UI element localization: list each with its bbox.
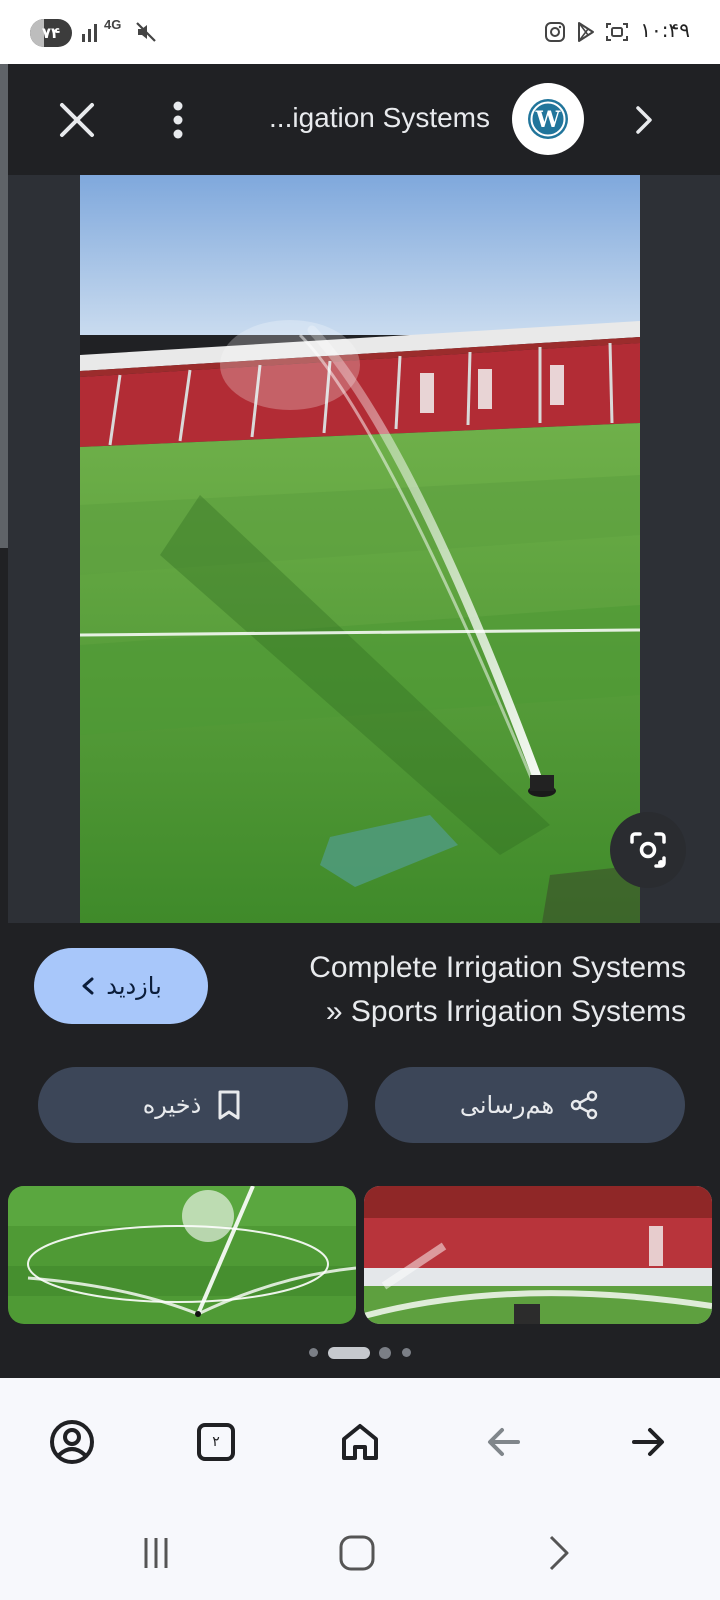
home-button[interactable]: [332, 1414, 388, 1470]
chevron-left-icon: [82, 977, 94, 995]
forward-button[interactable]: [620, 1414, 676, 1470]
back-button[interactable]: [476, 1414, 532, 1470]
system-back-icon: [549, 1535, 569, 1571]
lens-button[interactable]: [610, 812, 686, 888]
next-image-icon[interactable]: [622, 98, 666, 142]
result-title-line1: Complete Irrigation Systems: [309, 951, 686, 984]
status-bar: ۷۴ 4G ۱۰:۴۹: [0, 0, 720, 64]
carousel-indicator: [0, 1344, 720, 1360]
system-home-icon: [339, 1535, 375, 1571]
home-icon: [342, 1424, 378, 1460]
related-image-1[interactable]: [8, 1186, 356, 1324]
wordpress-icon: W: [528, 99, 568, 139]
bookmark-icon: [218, 1090, 240, 1120]
profile-button[interactable]: [44, 1414, 100, 1470]
main-image[interactable]: [80, 175, 640, 923]
related-image-2[interactable]: [364, 1186, 712, 1324]
carousel-dot: [379, 1347, 391, 1359]
more-options-icon[interactable]: [158, 95, 198, 145]
share-icon: [570, 1090, 598, 1120]
share-label: هم‌رسانی: [459, 1091, 555, 1119]
screen-recorder-icon: [606, 23, 628, 41]
signal-icon: [82, 24, 97, 42]
visit-label: بازدید: [106, 972, 162, 1000]
wordpress-logo[interactable]: W: [512, 83, 584, 155]
result-title[interactable]: Complete Irrigation Systems » Sports Irr…: [230, 946, 686, 1034]
carousel-dot: [402, 1348, 411, 1357]
carousel-dot-active: [328, 1347, 370, 1359]
result-title-line2: » Sports Irrigation Systems: [325, 995, 686, 1028]
save-label: ذخیره: [142, 1091, 202, 1119]
previous-image-preview[interactable]: [8, 175, 80, 923]
system-back-button[interactable]: [533, 1528, 583, 1578]
network-type: 4G: [104, 17, 122, 32]
thumbnail-stadium-sprinkler: [364, 1186, 712, 1324]
recent-apps-icon: [144, 1538, 168, 1568]
tab-count: ۲: [197, 1423, 235, 1461]
save-button[interactable]: ذخیره: [38, 1067, 348, 1143]
page-title[interactable]: ...igation Systems: [240, 98, 490, 138]
next-image-preview[interactable]: [640, 175, 720, 923]
svg-text:W: W: [535, 107, 561, 133]
instagram-icon: [545, 22, 565, 42]
thumbnail-field-sprinklers: [8, 1186, 356, 1324]
battery-indicator: ۷۴: [30, 19, 72, 47]
arrow-forward-icon: [632, 1428, 664, 1456]
clock: ۱۰:۴۹: [640, 18, 690, 42]
recent-apps-button[interactable]: [131, 1528, 181, 1578]
sprinkler-stadium-photo: [80, 175, 640, 923]
close-icon[interactable]: [52, 95, 102, 145]
share-button[interactable]: هم‌رسانی: [375, 1067, 685, 1143]
battery-level: ۷۴: [41, 24, 61, 42]
mute-icon: [136, 22, 156, 42]
account-icon: [50, 1420, 94, 1464]
system-home-button[interactable]: [332, 1528, 382, 1578]
arrow-back-icon: [488, 1428, 520, 1456]
play-store-icon: [578, 22, 594, 42]
lens-icon: [630, 832, 666, 868]
carousel-dot: [309, 1348, 318, 1357]
visit-button[interactable]: بازدید: [34, 948, 208, 1024]
tabs-button[interactable]: ۲: [188, 1414, 244, 1470]
